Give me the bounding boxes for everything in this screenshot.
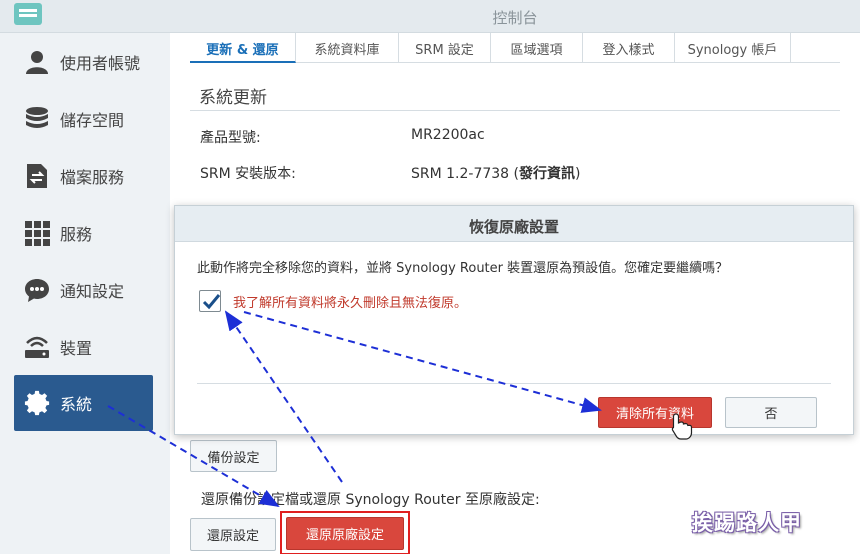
factory-reset-dialog: 恢復原廠設置 此動作將完全移除您的資料，並將 Synology Router 裝… [174, 205, 854, 435]
window-title: 控制台 [492, 9, 538, 27]
sidebar-item-notifications[interactable]: 通知設定 [14, 261, 153, 318]
sidebar-item-label: 檔案服務 [60, 167, 125, 187]
restore-description: 還原備份設定檔或還原 Synology Router 至原廠設定: [201, 492, 540, 508]
router-icon [24, 334, 50, 360]
model-label: 產品型號: [200, 130, 261, 146]
cancel-button[interactable]: 否 [725, 397, 817, 428]
watermark-text: 挨踢路人甲 [692, 510, 802, 535]
dialog-divider [197, 383, 831, 384]
chat-bubble-icon [24, 277, 50, 303]
file-transfer-icon [24, 163, 50, 189]
user-icon [24, 49, 50, 75]
release-notes-link[interactable]: 發行資訊 [519, 166, 575, 182]
tab-srm-settings[interactable]: SRM 設定 [399, 33, 491, 63]
version-text: SRM 1.2-7738 ( [411, 166, 520, 182]
sidebar-item-users[interactable]: 使用者帳號 [14, 33, 153, 90]
sidebar-item-devices[interactable]: 裝置 [14, 318, 153, 375]
version-value: SRM 1.2-7738 (發行資訊) [411, 163, 580, 183]
sidebar-item-label: 服務 [60, 224, 93, 244]
tab-bar: 更新 & 還原 系統資料庫 SRM 設定 區域選項 登入樣式 Synology … [190, 33, 840, 63]
dialog-title: 恢復原廠設置 [175, 206, 853, 242]
checkmark-icon [202, 294, 221, 310]
version-label: SRM 安裝版本: [200, 166, 296, 182]
title-bar: 控制台 [0, 0, 860, 33]
sidebar-item-file-services[interactable]: 檔案服務 [14, 147, 153, 204]
sidebar-item-label: 通知設定 [60, 281, 125, 301]
sidebar-item-label: 使用者帳號 [60, 53, 141, 73]
backup-settings-button[interactable]: 備份設定 [190, 440, 277, 472]
tab-system-database[interactable]: 系統資料庫 [296, 33, 399, 63]
database-icon [24, 106, 50, 132]
restore-settings-button[interactable]: 還原設定 [190, 518, 276, 551]
sidebar: 使用者帳號 儲存空間 檔案服務 服務 通知設定 裝置 系統 [0, 33, 170, 554]
sidebar-item-storage[interactable]: 儲存空間 [14, 90, 153, 147]
highlight-frame [280, 511, 410, 554]
sidebar-item-label: 儲存空間 [60, 110, 125, 130]
sidebar-item-label: 系統 [60, 395, 93, 414]
gear-icon [24, 390, 50, 416]
version-close: ) [575, 166, 581, 182]
sidebar-item-services[interactable]: 服務 [14, 204, 153, 261]
clear-all-data-button[interactable]: 清除所有資料 [598, 397, 712, 428]
tab-update-restore[interactable]: 更新 & 還原 [190, 33, 296, 63]
tab-regional-options[interactable]: 區域選項 [491, 33, 583, 63]
section-divider [190, 110, 840, 111]
sidebar-item-label: 裝置 [60, 338, 93, 358]
tab-login-style[interactable]: 登入樣式 [583, 33, 675, 63]
confirm-checkbox-label[interactable]: 我了解所有資料將永久刪除且無法復原。 [233, 292, 467, 311]
section-title: 系統更新 [199, 88, 267, 108]
model-value: MR2200ac [411, 127, 485, 143]
grid-icon [24, 220, 50, 246]
tab-synology-account[interactable]: Synology 帳戶 [675, 33, 791, 63]
dialog-message: 此動作將完全移除您的資料，並將 Synology Router 裝置還原為預設值… [197, 261, 729, 276]
sidebar-item-system[interactable]: 系統 [14, 375, 153, 431]
confirm-checkbox[interactable] [199, 290, 221, 312]
